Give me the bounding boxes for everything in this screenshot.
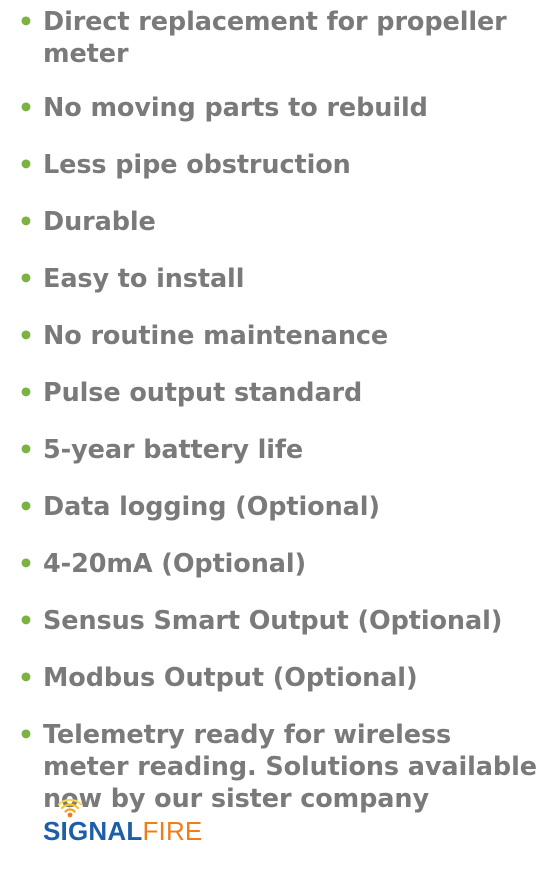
- bullet-icon: •: [18, 492, 34, 521]
- bullet-icon: •: [18, 378, 34, 407]
- feature-text: No routine maintenance: [43, 321, 389, 351]
- feature-text: Durable: [43, 207, 156, 237]
- bullet-icon: •: [18, 435, 34, 464]
- feature-item: • 5-year battery life: [0, 434, 548, 466]
- feature-text: No moving parts to rebuild: [43, 93, 428, 123]
- brand-fire-text: FIRE: [142, 816, 203, 846]
- bullet-icon: •: [18, 606, 34, 635]
- signal-waves-icon: [57, 798, 83, 818]
- feature-item: • No routine maintenance: [0, 320, 548, 352]
- bullet-icon: •: [18, 549, 34, 578]
- feature-text: Sensus Smart Output (Optional): [43, 606, 503, 636]
- feature-text: 5-year battery life: [43, 435, 304, 465]
- feature-text: Modbus Output (Optional): [43, 663, 418, 693]
- bullet-icon: •: [18, 207, 34, 236]
- feature-item: • Pulse output standard: [0, 377, 548, 409]
- signalfire-logo: SIGNALFIRE: [43, 798, 203, 847]
- feature-item: • Durable: [0, 206, 548, 238]
- feature-text: Pulse output standard: [43, 378, 363, 408]
- feature-item: • Less pipe obstruction: [0, 149, 548, 181]
- feature-item: • Modbus Output (Optional): [0, 662, 548, 694]
- feature-text: Less pipe obstruction: [43, 150, 351, 180]
- feature-text: Direct replacement for propeller meter: [43, 7, 507, 69]
- feature-item: • Easy to install: [0, 263, 548, 295]
- feature-list: • Direct replacement for propeller meter…: [0, 6, 548, 870]
- bullet-icon: •: [18, 720, 34, 749]
- bullet-icon: •: [18, 93, 34, 122]
- bullet-icon: •: [18, 321, 34, 350]
- bullet-icon: •: [18, 150, 34, 179]
- feature-item: • 4-20mA (Optional): [0, 548, 548, 580]
- telemetry-text: Telemetry ready for wireless meter readi…: [43, 720, 537, 814]
- brand-signal-text: SIGNAL: [43, 816, 143, 846]
- bullet-icon: •: [18, 663, 34, 692]
- bullet-icon: •: [18, 264, 34, 293]
- feature-text: 4-20mA (Optional): [43, 549, 307, 579]
- bullet-icon: •: [18, 7, 34, 36]
- feature-text: Easy to install: [43, 264, 245, 294]
- feature-item: • Direct replacement for propeller meter: [0, 6, 548, 70]
- feature-item-telemetry: • Telemetry ready for wireless meter rea…: [0, 719, 548, 848]
- feature-item: • Data logging (Optional): [0, 491, 548, 523]
- feature-text: Data logging (Optional): [43, 492, 380, 522]
- feature-item: • No moving parts to rebuild: [0, 92, 548, 124]
- feature-item: • Sensus Smart Output (Optional): [0, 605, 548, 637]
